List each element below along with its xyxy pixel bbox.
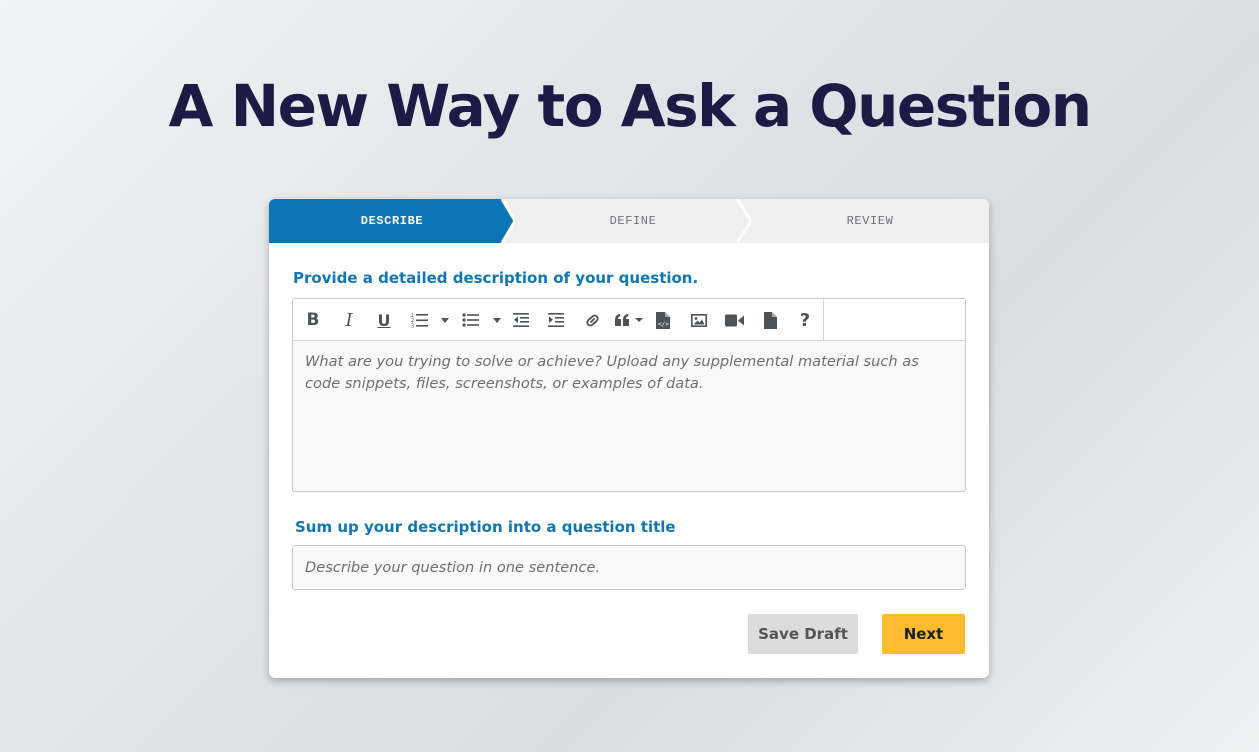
step-review-label: REVIEW bbox=[846, 214, 894, 228]
ordered-list-icon[interactable]: 1 2 3 bbox=[408, 306, 432, 334]
ask-question-card: DESCRIBE DEFINE REVIEW Provide a detaile… bbox=[269, 199, 989, 678]
code-file-icon[interactable]: </> bbox=[651, 306, 675, 334]
save-draft-button[interactable]: Save Draft bbox=[748, 614, 858, 654]
page-title: A New Way to Ask a Question bbox=[168, 72, 1092, 140]
ordered-list-dropdown-icon[interactable] bbox=[439, 306, 451, 334]
toolbar-divider bbox=[823, 299, 824, 340]
next-button[interactable]: Next bbox=[882, 614, 965, 654]
editor-toolbar: B I U 1 2 3 </> ? bbox=[293, 299, 965, 341]
file-icon[interactable] bbox=[758, 306, 782, 334]
description-editor-area[interactable]: What are you trying to solve or achieve?… bbox=[293, 341, 965, 405]
svg-text:</>: </> bbox=[658, 321, 669, 328]
step-progress-bar: DESCRIBE DEFINE REVIEW bbox=[269, 199, 989, 243]
step-define[interactable]: DEFINE bbox=[515, 199, 751, 243]
unordered-list-dropdown-icon[interactable] bbox=[491, 306, 503, 334]
indent-icon[interactable] bbox=[544, 306, 568, 334]
video-icon[interactable] bbox=[722, 306, 746, 334]
step-review[interactable]: REVIEW bbox=[751, 199, 989, 243]
step-define-label: DEFINE bbox=[609, 214, 657, 228]
underline-icon[interactable]: U bbox=[372, 306, 396, 334]
link-icon[interactable] bbox=[580, 306, 604, 334]
svg-text:3: 3 bbox=[411, 324, 414, 329]
title-label: Sum up your description into a question … bbox=[295, 518, 676, 536]
question-title-input[interactable] bbox=[292, 545, 966, 590]
unordered-list-icon[interactable] bbox=[459, 306, 483, 334]
italic-icon[interactable]: I bbox=[337, 306, 361, 334]
help-icon[interactable]: ? bbox=[793, 306, 817, 334]
rich-text-editor[interactable]: B I U 1 2 3 </> ? What are you trying to… bbox=[292, 298, 966, 492]
bold-icon[interactable]: B bbox=[301, 306, 325, 334]
outdent-icon[interactable] bbox=[509, 306, 533, 334]
description-label: Provide a detailed description of your q… bbox=[293, 269, 699, 287]
step-describe-label: DESCRIBE bbox=[360, 214, 424, 228]
step-describe[interactable]: DESCRIBE bbox=[269, 199, 515, 243]
blockquote-icon[interactable] bbox=[613, 306, 645, 334]
image-icon[interactable] bbox=[687, 306, 711, 334]
